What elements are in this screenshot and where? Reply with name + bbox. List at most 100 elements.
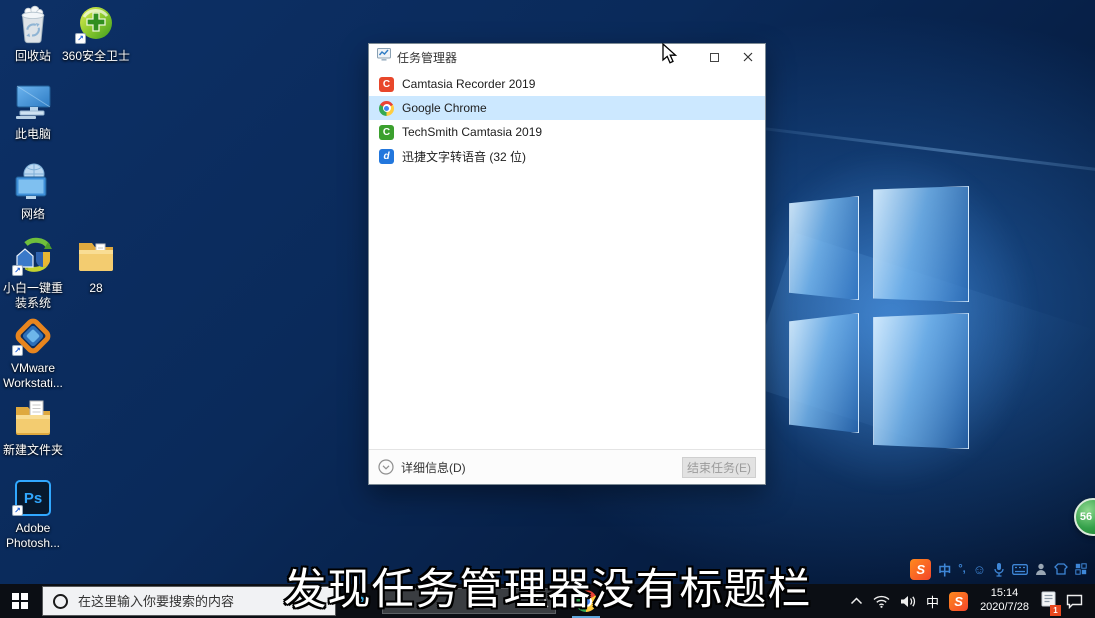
camtasia-icon: C xyxy=(379,125,394,140)
chrome-icon xyxy=(575,590,597,612)
volume-tray-button[interactable] xyxy=(895,584,921,618)
chrome-icon xyxy=(379,101,394,116)
shortcut-arrow-icon: ↗ xyxy=(75,33,86,44)
window-title: 任务管理器 xyxy=(397,49,457,66)
show-hidden-icons-button[interactable] xyxy=(845,584,868,618)
desktop-icon-recycle-bin[interactable]: 回收站 xyxy=(1,6,65,64)
process-row[interactable]: C Camtasia Recorder 2019 xyxy=(369,72,765,96)
keyboard-icon[interactable] xyxy=(1012,564,1028,575)
desktop-icon-label: 此电脑 xyxy=(15,127,51,142)
speaker-icon xyxy=(900,595,916,608)
windows-logo-pane xyxy=(873,186,969,302)
taskbar-search-box[interactable] xyxy=(42,586,336,616)
process-name: Camtasia Recorder 2019 xyxy=(402,77,535,91)
sogou-ime-bar: S 中 °, ☺ xyxy=(906,556,1091,582)
desktop-icon-photoshop[interactable]: Ps ↗ Adobe Photosh... xyxy=(1,478,65,551)
skin-icon[interactable] xyxy=(1054,563,1068,575)
close-button[interactable] xyxy=(731,44,765,70)
notification-badge: 1 xyxy=(1050,605,1061,616)
cortana-icon xyxy=(53,594,68,609)
sogou-icon: S xyxy=(949,592,968,611)
recycle-bin-icon xyxy=(14,4,52,49)
maximize-button[interactable] xyxy=(697,44,731,70)
action-center-icon xyxy=(1066,594,1083,609)
taskbar-edge-button[interactable]: e xyxy=(342,584,378,618)
clock-time: 15:14 xyxy=(980,587,1029,601)
xunjie-tts-icon: d xyxy=(379,149,394,164)
punctuation-icon[interactable]: °, xyxy=(958,563,965,575)
wifi-icon xyxy=(873,595,890,608)
task-manager-window: 任务管理器 C Camtasia Recorder 2019 Google Ch… xyxy=(368,43,766,485)
network-icon xyxy=(12,163,54,206)
details-label: 详细信息(D) xyxy=(401,459,466,476)
process-row[interactable]: C TechSmith Camtasia 2019 xyxy=(369,120,765,144)
details-toggle[interactable]: 详细信息(D) xyxy=(378,459,466,476)
notification-tray-button[interactable]: 1 xyxy=(1036,584,1061,618)
folder-icon xyxy=(76,238,116,279)
desktop-icon-label: 360安全卫士 xyxy=(62,49,130,64)
shortcut-arrow-icon: ↗ xyxy=(12,265,23,276)
windows-start-icon xyxy=(12,593,28,609)
windows-logo-pane xyxy=(873,313,969,449)
desktop-icon-vmware[interactable]: ↗ VMware Workstati... xyxy=(1,318,65,391)
this-pc-icon xyxy=(12,83,54,126)
desktop-icon-folder-28[interactable]: 28 xyxy=(64,238,128,296)
close-icon xyxy=(743,52,753,62)
desktop: 回收站 ↗ 360安全卫士 xyxy=(0,0,1095,618)
chevron-down-circle-icon xyxy=(378,459,394,475)
desktop-icon-label: 小白一键重装系统 xyxy=(2,281,64,311)
process-name: TechSmith Camtasia 2019 xyxy=(402,125,542,139)
title-bar[interactable]: 任务管理器 xyxy=(369,44,765,70)
shortcut-arrow-icon: ↗ xyxy=(12,345,23,356)
desktop-icon-label: Adobe Photosh... xyxy=(2,521,64,551)
chevron-up-icon xyxy=(850,597,863,605)
taskbar-search-toolbar[interactable] xyxy=(382,588,556,614)
accelerator-ball-value: 56 xyxy=(1080,511,1092,523)
desktop-icon-label: VMware Workstati... xyxy=(2,361,64,391)
windows-logo-wallpaper xyxy=(789,186,971,454)
start-button[interactable] xyxy=(0,584,40,618)
clock-date: 2020/7/28 xyxy=(980,601,1029,615)
task-manager-footer: 详细信息(D) 结束任务(E) xyxy=(369,449,765,484)
new-folder-icon xyxy=(13,399,53,442)
toolbox-icon[interactable] xyxy=(1075,563,1087,575)
sogou-tray-button[interactable]: S xyxy=(944,584,973,618)
edge-icon: e xyxy=(354,591,366,612)
microphone-icon[interactable] xyxy=(993,562,1005,577)
task-manager-app-icon xyxy=(377,48,391,66)
shortcut-arrow-icon: ↗ xyxy=(12,505,23,516)
system-tray: 中 S 15:14 2020/7/28 1 xyxy=(845,584,1095,618)
process-row-selected[interactable]: Google Chrome xyxy=(369,96,765,120)
search-input[interactable] xyxy=(78,594,308,609)
desktop-icon-360-safety[interactable]: ↗ 360安全卫士 xyxy=(64,6,128,64)
sogou-icon[interactable]: S xyxy=(910,559,931,580)
taskbar-chrome-button[interactable] xyxy=(568,584,604,618)
desktop-icon-new-folder[interactable]: 新建文件夹 xyxy=(1,400,65,458)
magnifier-icon xyxy=(535,594,549,608)
action-center-button[interactable] xyxy=(1061,584,1095,618)
desktop-icon-label: 回收站 xyxy=(15,49,51,64)
camtasia-recorder-icon: C xyxy=(379,77,394,92)
account-icon[interactable] xyxy=(1035,563,1047,576)
maximize-icon xyxy=(710,53,719,62)
windows-logo-pane xyxy=(789,196,859,300)
ime-tray-indicator[interactable]: 中 xyxy=(921,584,944,618)
process-list: C Camtasia Recorder 2019 Google Chrome C… xyxy=(369,72,765,168)
ime-mode-indicator[interactable]: 中 xyxy=(938,560,951,579)
process-name: Google Chrome xyxy=(402,101,487,115)
taskbar-clock[interactable]: 15:14 2020/7/28 xyxy=(973,584,1036,618)
desktop-icon-label: 28 xyxy=(89,281,102,296)
taskbar: e d C xyxy=(0,584,1095,618)
desktop-icon-xiaobai-reinstall[interactable]: ↗ 小白一键重装系统 xyxy=(1,238,65,311)
emoji-icon[interactable]: ☺ xyxy=(973,562,986,577)
wifi-tray-button[interactable] xyxy=(868,584,895,618)
desktop-icon-label: 新建文件夹 xyxy=(3,443,63,458)
windows-logo-pane xyxy=(789,313,859,433)
desktop-icon-this-pc[interactable]: 此电脑 xyxy=(1,84,65,142)
process-name: 迅捷文字转语音 (32 位) xyxy=(402,148,526,165)
end-task-button[interactable]: 结束任务(E) xyxy=(682,457,756,478)
desktop-icon-label: 网络 xyxy=(21,207,45,222)
desktop-icon-network[interactable]: 网络 xyxy=(1,164,65,222)
accelerator-ball[interactable]: 56 xyxy=(1074,498,1095,536)
process-row[interactable]: d 迅捷文字转语音 (32 位) xyxy=(369,144,765,168)
